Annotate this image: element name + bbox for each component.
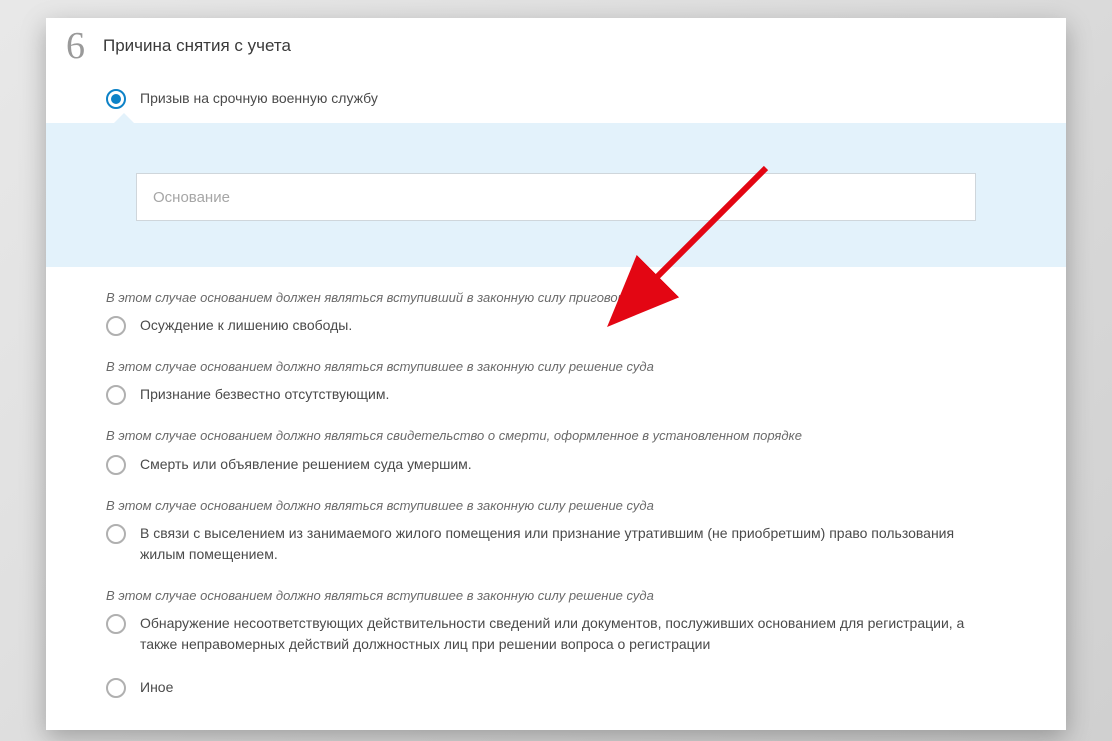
step-number: 6 xyxy=(66,24,85,68)
radio-icon[interactable] xyxy=(106,524,126,544)
option-block: В этом случае основанием должно являться… xyxy=(106,587,1006,655)
section-title: Причина снятия с учета xyxy=(103,36,291,56)
option-note: В этом случае основанием должно являться… xyxy=(106,497,1006,515)
expand-panel xyxy=(46,123,1066,267)
option-label: Признание безвестно отсутствующим. xyxy=(140,384,389,405)
options-list: Призыв на срочную военную службу В этом … xyxy=(46,68,1066,730)
radio-icon[interactable] xyxy=(106,385,126,405)
option-block: В этом случае основанием должно являться… xyxy=(106,427,1006,474)
option-block: Призыв на срочную военную службу xyxy=(106,88,1006,267)
radio-selected-icon[interactable] xyxy=(106,89,126,109)
option-label: Иное xyxy=(140,677,173,698)
radio-icon[interactable] xyxy=(106,614,126,634)
radio-icon[interactable] xyxy=(106,455,126,475)
option-label: Смерть или объявление решением суда умер… xyxy=(140,454,472,475)
option-label: Призыв на срочную военную службу xyxy=(140,88,378,109)
option-row[interactable]: В связи с выселением из занимаемого жило… xyxy=(106,523,1006,565)
option-row[interactable]: Обнаружение несоответствующих действител… xyxy=(106,613,1006,655)
option-note: В этом случае основанием должно являться… xyxy=(106,587,1006,605)
radio-icon[interactable] xyxy=(106,678,126,698)
option-row[interactable]: Иное xyxy=(106,677,1006,698)
option-block: В этом случае основанием должно являться… xyxy=(106,358,1006,405)
section-header: 6 Причина снятия с учета xyxy=(46,18,1066,68)
option-note: В этом случае основанием должно являться… xyxy=(106,427,1006,445)
option-note: В этом случае основанием должно являться… xyxy=(106,358,1006,376)
form-sheet: 6 Причина снятия с учета Призыв на срочн… xyxy=(46,18,1066,730)
basis-input[interactable] xyxy=(136,173,976,221)
option-label: Осуждение к лишению свободы. xyxy=(140,315,352,336)
option-block: В этом случае основанием должно являться… xyxy=(106,497,1006,565)
option-label: Обнаружение несоответствующих действител… xyxy=(140,613,1000,655)
option-note: В этом случае основанием должен являться… xyxy=(106,289,1006,307)
option-block: В этом случае основанием должен являться… xyxy=(106,289,1006,336)
option-block: Иное xyxy=(106,677,1006,698)
option-row[interactable]: Призыв на срочную военную службу xyxy=(106,88,1006,109)
option-row[interactable]: Смерть или объявление решением суда умер… xyxy=(106,454,1006,475)
radio-icon[interactable] xyxy=(106,316,126,336)
option-row[interactable]: Осуждение к лишению свободы. xyxy=(106,315,1006,336)
option-label: В связи с выселением из занимаемого жило… xyxy=(140,523,1000,565)
option-row[interactable]: Признание безвестно отсутствующим. xyxy=(106,384,1006,405)
